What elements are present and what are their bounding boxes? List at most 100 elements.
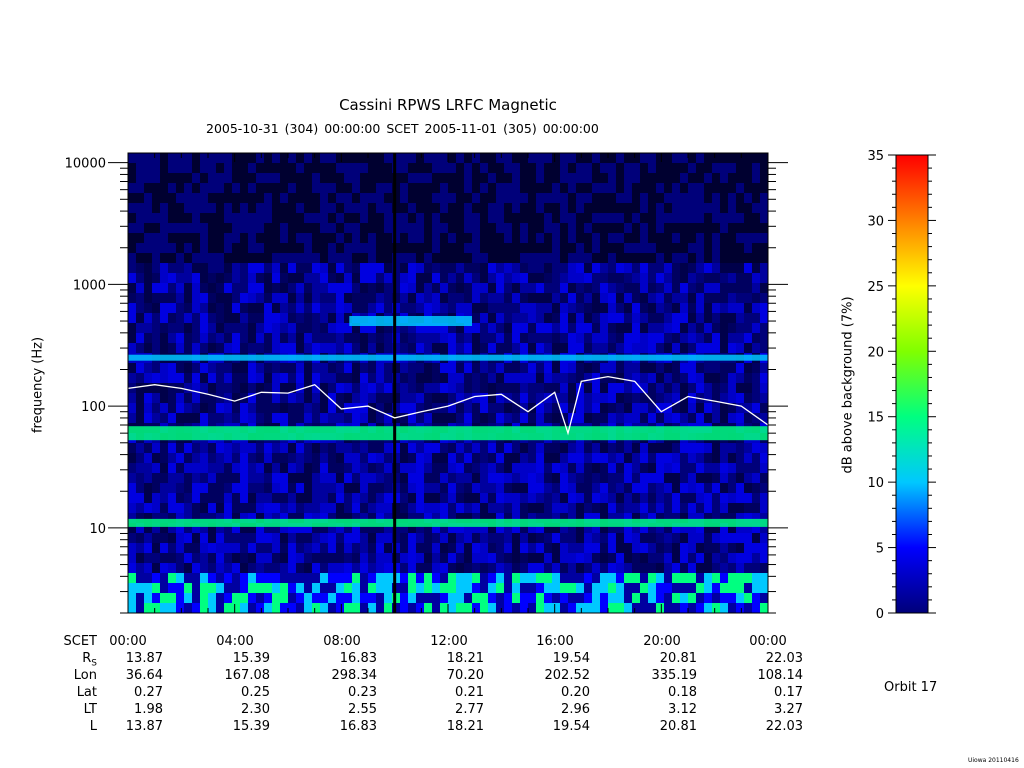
heat-cell	[136, 403, 145, 414]
heat-cell	[704, 213, 713, 224]
heat-cell	[352, 243, 361, 254]
heat-cell	[616, 233, 625, 244]
heat-cell	[512, 243, 521, 254]
heat-cell	[480, 163, 489, 174]
heat-cell	[408, 603, 417, 614]
heat-cell	[280, 263, 289, 274]
heat-cell	[544, 273, 553, 284]
heat-cell	[592, 243, 601, 254]
heat-cell	[544, 543, 553, 554]
heat-cell	[424, 283, 433, 294]
heat-cell	[632, 583, 641, 594]
heat-cell	[264, 303, 273, 314]
heat-cell	[456, 303, 465, 314]
heat-cell	[664, 563, 673, 574]
heat-cell	[304, 603, 313, 614]
heat-cell	[656, 183, 665, 194]
heat-cell	[344, 163, 353, 174]
heat-cell	[616, 543, 625, 554]
heat-cell	[408, 193, 417, 204]
heat-cell	[488, 193, 497, 204]
heat-cell	[704, 403, 713, 414]
heat-cell	[712, 493, 721, 504]
heat-cell	[736, 383, 745, 394]
heat-cell	[208, 183, 217, 194]
heat-cell	[136, 583, 145, 594]
heat-cell	[312, 343, 321, 354]
heat-cell	[752, 363, 761, 374]
heat-cell	[432, 203, 441, 214]
heat-cell	[480, 383, 489, 394]
heat-cell	[408, 343, 417, 354]
heat-cell	[752, 373, 761, 384]
heat-cell	[680, 243, 689, 254]
heat-cell	[752, 213, 761, 224]
heat-cell	[280, 573, 289, 584]
heat-cell	[208, 443, 217, 454]
heat-cell	[704, 383, 713, 394]
heat-cell	[288, 253, 297, 264]
colorbar	[895, 154, 929, 614]
heat-cell	[696, 323, 705, 334]
heat-cell	[312, 603, 321, 614]
heat-cell	[512, 463, 521, 474]
heat-cell	[608, 313, 617, 324]
heat-cell	[560, 553, 569, 564]
heat-cell	[304, 403, 313, 414]
heat-cell	[136, 243, 145, 254]
heat-cell	[320, 503, 329, 514]
heat-cell	[744, 313, 753, 324]
heat-cell	[656, 603, 665, 614]
heat-cell	[560, 333, 569, 344]
heat-cell	[256, 193, 265, 204]
heat-cell	[712, 283, 721, 294]
heat-cell	[480, 453, 489, 464]
heat-cell	[608, 193, 617, 204]
heat-cell	[432, 293, 441, 304]
heat-cell	[736, 463, 745, 474]
ephemeris-value: 20.81	[659, 651, 697, 666]
ephemeris-value: 20.81	[659, 719, 697, 734]
heat-cell	[200, 533, 209, 544]
heat-cell	[752, 253, 761, 264]
heat-cell	[216, 193, 225, 204]
heat-cell	[160, 213, 169, 224]
heat-cell	[232, 213, 241, 224]
heat-cell	[224, 463, 233, 474]
heat-cell	[760, 593, 769, 604]
heat-cell	[224, 263, 233, 274]
heat-cell	[264, 163, 273, 174]
heat-cell	[568, 153, 577, 164]
heat-cell	[472, 503, 481, 514]
heat-cell	[152, 333, 161, 344]
heat-cell	[296, 393, 305, 404]
heat-cell	[216, 213, 225, 224]
heat-cell	[728, 183, 737, 194]
heat-cell	[344, 243, 353, 254]
heat-cell	[712, 153, 721, 164]
heat-cell	[168, 213, 177, 224]
ephemeris-value: 202.52	[544, 668, 591, 683]
heat-cell	[152, 203, 161, 214]
heat-cell	[704, 553, 713, 564]
heat-cell	[136, 273, 145, 284]
heat-cell	[736, 503, 745, 514]
heat-cell	[144, 223, 153, 234]
heat-cell	[504, 203, 513, 214]
heat-cell	[488, 263, 497, 274]
heat-cell	[176, 563, 185, 574]
heat-cell	[600, 363, 609, 374]
heat-cell	[520, 463, 529, 474]
heat-cell	[520, 453, 529, 464]
heat-cell	[256, 563, 265, 574]
heat-cell	[528, 183, 537, 194]
heat-cell	[552, 293, 561, 304]
heat-cell	[616, 223, 625, 234]
heat-cell	[312, 173, 321, 184]
heat-cell	[208, 573, 217, 584]
heat-cell	[400, 393, 409, 404]
heat-cell	[544, 533, 553, 544]
heat-cell	[648, 213, 657, 224]
heat-cell	[176, 233, 185, 244]
heat-cell	[720, 553, 729, 564]
